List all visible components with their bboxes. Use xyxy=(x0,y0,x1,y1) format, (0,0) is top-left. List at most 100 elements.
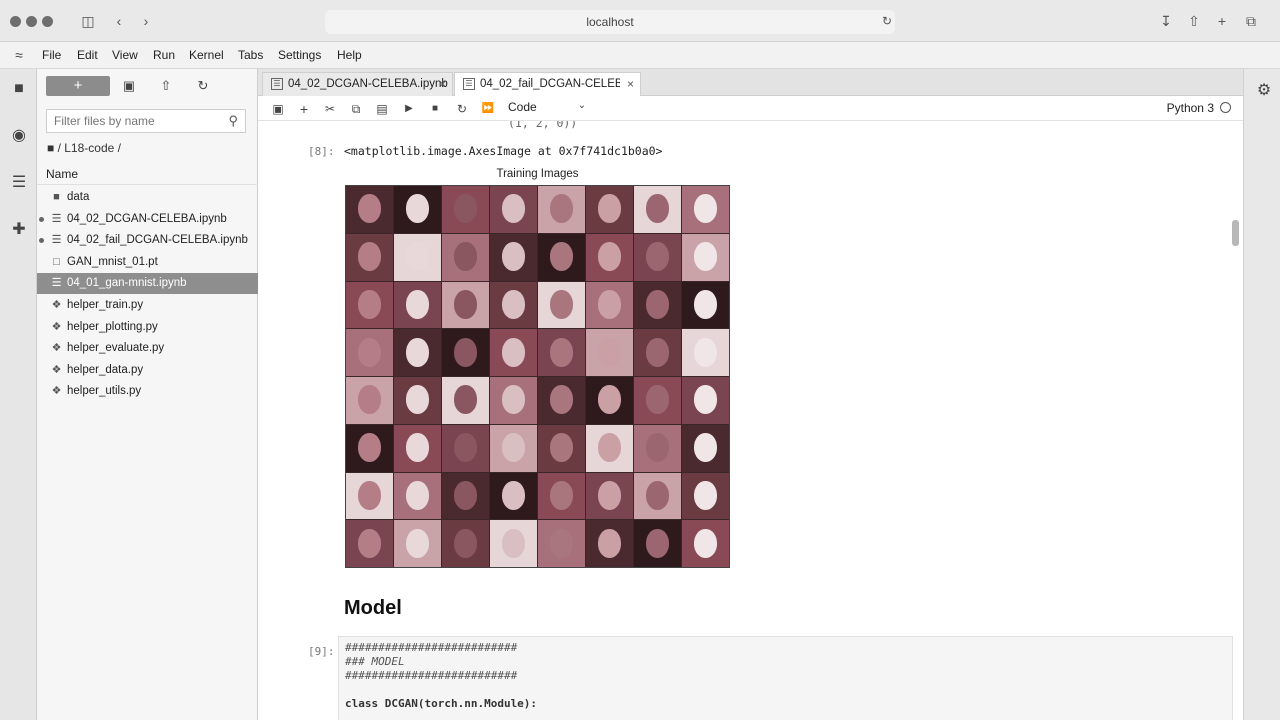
notebook-icon: ☰ xyxy=(51,277,62,290)
file-row[interactable]: ☰ 04_02_DCGAN-CELEBA.ipynb xyxy=(37,209,258,230)
output-prompt: [8]: xyxy=(308,145,335,158)
close-tab-icon[interactable]: × xyxy=(627,77,634,91)
face-shape xyxy=(357,337,382,367)
upload-icon[interactable]: ⇧ xyxy=(157,77,175,95)
file-row[interactable]: ☰ 04_01_gan-mnist.ipynb xyxy=(37,273,258,295)
file-row[interactable]: □ GAN_mnist_01.pt xyxy=(37,252,258,273)
tab-bar: ☰ 04_02_DCGAN-CELEBA.ipynb × ☰ 04_02_fai… xyxy=(258,69,1243,97)
new-tab-icon[interactable]: + xyxy=(1213,12,1231,30)
insert-cell-icon[interactable]: + xyxy=(295,100,313,118)
training-image-thumbnail xyxy=(394,329,441,376)
face-shape xyxy=(453,480,478,510)
training-image-thumbnail xyxy=(346,377,393,424)
chevron-down-icon: ⌄ xyxy=(577,100,586,111)
zoom-window-button[interactable] xyxy=(42,16,53,27)
running-icon[interactable]: ◉ xyxy=(9,126,29,146)
face-shape xyxy=(453,337,478,367)
run-icon[interactable]: ▶ xyxy=(400,100,418,118)
face-shape xyxy=(405,385,430,415)
folder-icon[interactable]: ■ xyxy=(9,79,29,99)
running-indicator-icon xyxy=(39,216,44,222)
file-row[interactable]: ■ data xyxy=(37,187,258,208)
fast-forward-icon[interactable]: ⏩ xyxy=(479,100,497,118)
menu-tabs[interactable]: Tabs xyxy=(238,48,263,62)
face-shape xyxy=(597,194,622,224)
file-row[interactable]: ❖ helper_utils.py xyxy=(37,381,258,402)
face-shape xyxy=(693,289,718,319)
cell-type-select[interactable]: Code ⌄ xyxy=(508,100,586,118)
new-folder-icon[interactable]: ▣ xyxy=(120,77,138,95)
training-image-thumbnail xyxy=(634,233,681,281)
training-image-thumbnail xyxy=(442,424,489,472)
column-header-name[interactable]: Name xyxy=(37,167,258,185)
extension-icon[interactable]: ✚ xyxy=(9,220,29,240)
back-icon[interactable]: ‹ xyxy=(110,12,128,30)
face-shape xyxy=(693,528,718,558)
stop-icon[interactable]: ■ xyxy=(426,100,444,118)
code-line: ### MODEL xyxy=(345,655,405,668)
file-name: helper_utils.py xyxy=(67,385,142,398)
file-row[interactable]: ❖ helper_evaluate.py xyxy=(37,338,258,359)
menu-kernel[interactable]: Kernel xyxy=(189,48,224,62)
face-shape xyxy=(501,242,526,272)
close-window-button[interactable] xyxy=(10,16,21,27)
new-launcher-button[interactable]: + xyxy=(46,76,110,96)
kernel-status[interactable]: Python 3 xyxy=(1167,101,1231,115)
close-tab-icon[interactable]: × xyxy=(439,77,446,91)
share-icon[interactable]: ⇧ xyxy=(1185,12,1203,30)
training-image-thumbnail xyxy=(586,186,633,233)
forward-icon[interactable]: › xyxy=(137,12,155,30)
save-icon[interactable]: ▣ xyxy=(269,100,287,118)
address-bar[interactable]: localhost xyxy=(325,10,895,34)
face-shape xyxy=(549,433,574,463)
training-image-thumbnail xyxy=(442,472,489,520)
toc-icon[interactable]: ☰ xyxy=(9,173,29,193)
menu-file[interactable]: File xyxy=(42,48,61,62)
face-shape xyxy=(501,385,526,415)
download-icon[interactable]: ↧ xyxy=(1157,12,1175,30)
tab-dcgan-celeba[interactable]: ☰ 04_02_DCGAN-CELEBA.ipynb × xyxy=(262,72,453,96)
minimize-window-button[interactable] xyxy=(26,16,37,27)
menu-view[interactable]: View xyxy=(112,48,138,62)
file-row[interactable]: ❖ helper_data.py xyxy=(37,360,258,381)
menu-help[interactable]: Help xyxy=(337,48,362,62)
face-shape xyxy=(597,385,622,415)
face-shape xyxy=(357,289,382,319)
tab-overview-icon[interactable]: ⧉ xyxy=(1242,12,1260,30)
sidebar-toggle-icon[interactable]: ◫ xyxy=(79,12,97,30)
face-shape xyxy=(597,242,622,272)
file-icon: □ xyxy=(53,255,60,268)
copy-icon[interactable]: ⧉ xyxy=(347,100,365,118)
training-image-thumbnail xyxy=(634,186,681,233)
tab-label: 04_02_DCGAN-CELEBA.ipynb xyxy=(288,78,448,90)
menu-settings[interactable]: Settings xyxy=(278,48,321,62)
tab-label: 04_02_fail_DCGAN-CELEBA.ip xyxy=(480,78,620,90)
training-image-thumbnail xyxy=(442,329,489,376)
face-shape xyxy=(357,480,382,510)
face-shape xyxy=(693,433,718,463)
file-row[interactable]: ❖ helper_train.py xyxy=(37,295,258,316)
reload-icon[interactable]: ↻ xyxy=(878,12,896,30)
file-row[interactable]: ☰ 04_02_fail_DCGAN-CELEBA.ipynb xyxy=(37,230,258,251)
training-image-thumbnail xyxy=(346,329,393,376)
menu-run[interactable]: Run xyxy=(153,48,175,62)
face-shape xyxy=(405,528,430,558)
filter-input[interactable] xyxy=(47,110,212,132)
refresh-icon[interactable]: ↻ xyxy=(194,77,212,95)
menu-edit[interactable]: Edit xyxy=(77,48,98,62)
notebook-scrollbar[interactable] xyxy=(1232,220,1239,246)
file-row[interactable]: ❖ helper_plotting.py xyxy=(37,317,258,338)
cut-icon[interactable]: ✂ xyxy=(321,100,339,118)
jupyter-logo-icon: ≈ xyxy=(15,47,23,63)
notebook-icon: ☰ xyxy=(271,78,283,90)
paste-icon[interactable]: ▤ xyxy=(373,100,391,118)
property-inspector-icon[interactable]: ⚙ xyxy=(1254,81,1274,101)
code-cell[interactable]: ########################## ### MODEL ###… xyxy=(338,636,1233,720)
kernel-name: Python 3 xyxy=(1166,101,1214,115)
tab-fail-dcgan-celeba[interactable]: ☰ 04_02_fail_DCGAN-CELEBA.ip × xyxy=(454,72,641,97)
breadcrumb[interactable]: ■ / L18-code / xyxy=(47,141,121,155)
face-shape xyxy=(645,194,670,224)
face-shape xyxy=(453,289,478,319)
restart-icon[interactable]: ↻ xyxy=(453,100,471,118)
training-image-thumbnail xyxy=(538,329,585,376)
